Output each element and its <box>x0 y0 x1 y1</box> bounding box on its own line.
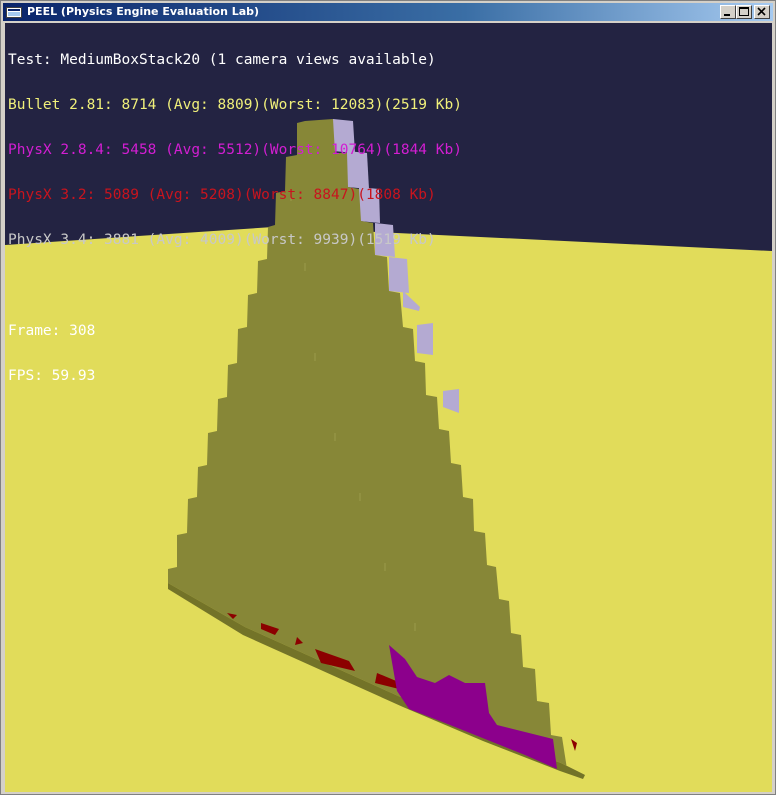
physx284-stats-line: PhysX 2.8.4: 5458 (Avg: 5512)(Worst: 107… <box>8 142 462 158</box>
app-window: PEEL (Physics Engine Evaluation Lab) Tes… <box>0 0 776 795</box>
minimize-icon <box>724 14 730 16</box>
stats-overlay: Test: MediumBoxStack20 (1 camera views a… <box>8 23 462 414</box>
maximize-button[interactable] <box>736 5 752 19</box>
test-name-label: Test: MediumBoxStack20 (1 camera views a… <box>8 52 436 68</box>
close-button[interactable] <box>754 5 770 19</box>
title-bar[interactable]: PEEL (Physics Engine Evaluation Lab) <box>3 3 773 21</box>
window-title: PEEL (Physics Engine Evaluation Lab) <box>27 5 260 18</box>
close-icon <box>757 7 766 16</box>
physx32-stats-line: PhysX 3.2: 5089 (Avg: 5208)(Worst: 8847)… <box>8 187 436 203</box>
bullet-stats-line: Bullet 2.81: 8714 (Avg: 8809)(Worst: 120… <box>8 97 462 113</box>
render-viewport[interactable]: Test: MediumBoxStack20 (1 camera views a… <box>5 23 772 792</box>
maximize-icon <box>739 7 749 16</box>
frame-counter: Frame: 308 <box>8 323 96 339</box>
fps-counter: FPS: 59.93 <box>8 368 96 384</box>
minimize-button[interactable] <box>720 5 736 19</box>
app-icon <box>6 6 22 18</box>
physx34-stats-line: PhysX 3.4: 3881 (Avg: 4009)(Worst: 9939)… <box>8 232 436 248</box>
